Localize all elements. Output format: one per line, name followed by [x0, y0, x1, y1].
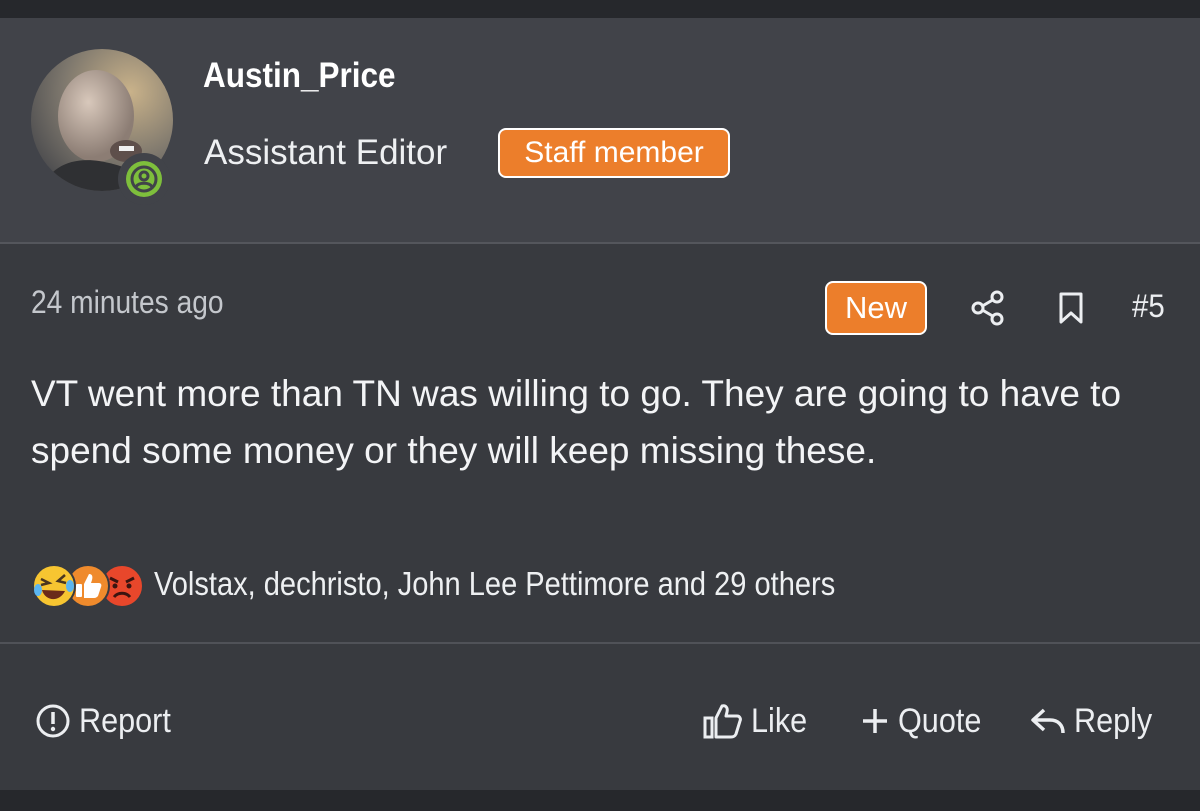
user-circle-icon — [126, 161, 162, 197]
share-icon[interactable] — [971, 290, 1005, 326]
report-button[interactable]: Report — [35, 700, 181, 742]
laughing-emoji-icon — [32, 564, 76, 608]
new-badge: New — [825, 281, 927, 335]
alert-circle-icon — [36, 704, 70, 738]
like-button[interactable]: Like — [703, 700, 813, 742]
quote-button[interactable]: Quote — [860, 700, 991, 742]
reactions-bar[interactable]: Volstax, dechristo, John Lee Pettimore a… — [31, 563, 1031, 613]
thumbs-up-icon — [703, 704, 742, 739]
post-actions-footer: Report Like Quote Reply — [0, 642, 1200, 792]
reply-label: Reply — [1074, 701, 1153, 740]
user-header: Austin_Price Assistant Editor Staff memb… — [0, 18, 1200, 244]
username-link[interactable]: Austin_Price — [203, 56, 396, 96]
quote-label: Quote — [898, 701, 982, 740]
post-card: Austin_Price Assistant Editor Staff memb… — [0, 18, 1200, 790]
reply-arrow-icon — [1031, 708, 1065, 734]
reaction-users-text[interactable]: Volstax, dechristo, John Lee Pettimore a… — [154, 565, 835, 603]
staff-badge: Staff member — [498, 128, 730, 178]
bookmark-icon[interactable] — [1057, 291, 1085, 325]
post-timestamp[interactable]: 24 minutes ago — [31, 284, 224, 321]
like-label: Like — [751, 701, 808, 740]
plus-icon — [863, 709, 887, 733]
post-number-link[interactable]: #5 — [1132, 288, 1165, 325]
reply-button[interactable]: Reply — [1030, 700, 1161, 742]
user-title: Assistant Editor — [204, 133, 448, 172]
online-status-badge — [118, 153, 170, 205]
post-message: VT went more than TN was willing to go. … — [31, 373, 1122, 471]
report-label: Report — [79, 701, 171, 740]
reaction-icons — [31, 563, 146, 611]
